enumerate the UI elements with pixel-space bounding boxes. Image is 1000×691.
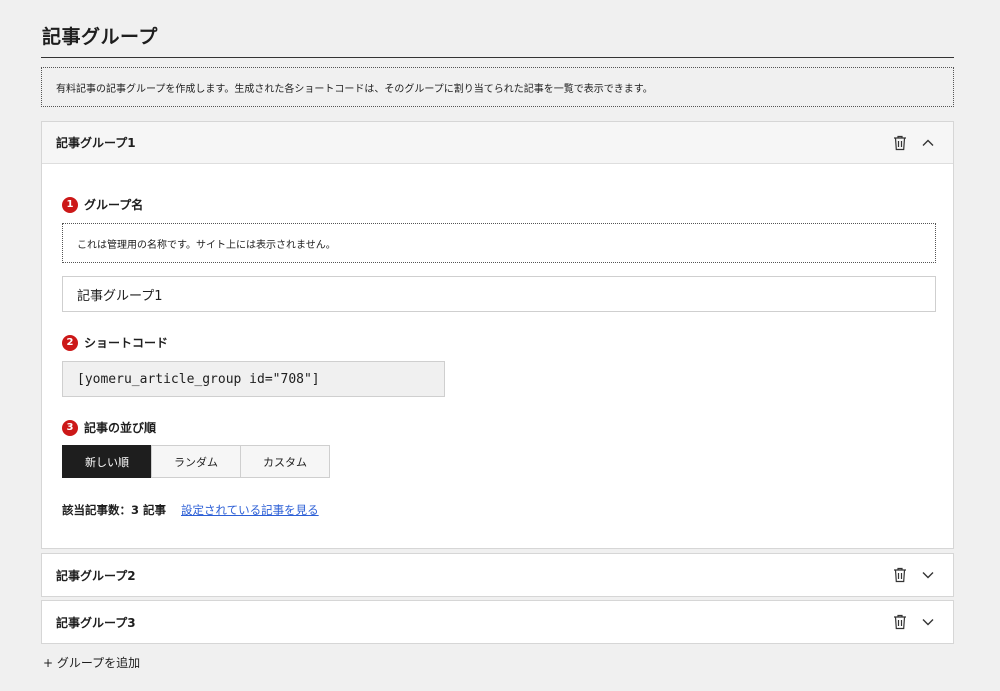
group-header[interactable]: 記事グループ2 bbox=[42, 554, 953, 596]
view-articles-link[interactable]: 設定されている記事を見る bbox=[181, 502, 319, 518]
order-option-custom[interactable]: カスタム bbox=[240, 445, 330, 478]
order-option-random[interactable]: ランダム bbox=[151, 445, 241, 478]
step-label: 記事の並び順 bbox=[84, 421, 157, 435]
article-count-row: 該当記事数：3 記事 設定されている記事を見る bbox=[62, 502, 319, 518]
description-notice: 有料記事の記事グループを作成します。生成された各ショートコードは、そのグループに… bbox=[41, 67, 954, 107]
chevron-up-icon[interactable] bbox=[917, 132, 939, 154]
shortcode-field[interactable]: [yomeru_article_group id="708"] bbox=[62, 361, 445, 397]
article-group-panel: 記事グループ3 bbox=[41, 600, 954, 644]
title-divider bbox=[41, 57, 954, 58]
group-name-input[interactable] bbox=[62, 276, 936, 312]
article-group-panel: 記事グループ1 1 グループ名 これは管理用の名称です。サイト上には表示されませ… bbox=[41, 121, 954, 549]
step-group-name: 1 グループ名 bbox=[62, 196, 143, 213]
add-group-button[interactable]: + グループを追加 bbox=[43, 654, 140, 671]
group-title: 記事グループ3 bbox=[56, 615, 136, 630]
group-header[interactable]: 記事グループ1 bbox=[42, 122, 953, 164]
step-number-badge: 2 bbox=[62, 334, 78, 351]
step-number-badge: 3 bbox=[62, 419, 78, 436]
trash-icon[interactable] bbox=[889, 564, 911, 586]
group-title: 記事グループ1 bbox=[56, 136, 136, 150]
trash-icon[interactable] bbox=[889, 611, 911, 633]
group-title: 記事グループ2 bbox=[56, 568, 136, 583]
step-order: 3 記事の並び順 bbox=[62, 419, 156, 436]
step-number-badge: 1 bbox=[62, 196, 78, 213]
group-header[interactable]: 記事グループ3 bbox=[42, 601, 953, 643]
step-label: グループ名 bbox=[84, 198, 144, 212]
group-body: 1 グループ名 これは管理用の名称です。サイト上には表示されません。 2 ショー… bbox=[42, 164, 953, 548]
step-label: ショートコード bbox=[84, 336, 169, 350]
chevron-down-icon[interactable] bbox=[917, 611, 939, 633]
page-title: 記事グループ bbox=[42, 26, 158, 48]
trash-icon[interactable] bbox=[889, 132, 911, 154]
article-count: 該当記事数：3 記事 bbox=[62, 503, 167, 517]
group-name-help: これは管理用の名称です。サイト上には表示されません。 bbox=[62, 223, 936, 263]
order-option-newest[interactable]: 新しい順 bbox=[62, 445, 152, 478]
article-group-panel: 記事グループ2 bbox=[41, 553, 954, 597]
order-segmented-control: 新しい順 ランダム カスタム bbox=[62, 445, 330, 478]
chevron-down-icon[interactable] bbox=[917, 564, 939, 586]
step-shortcode: 2 ショートコード bbox=[62, 334, 168, 351]
